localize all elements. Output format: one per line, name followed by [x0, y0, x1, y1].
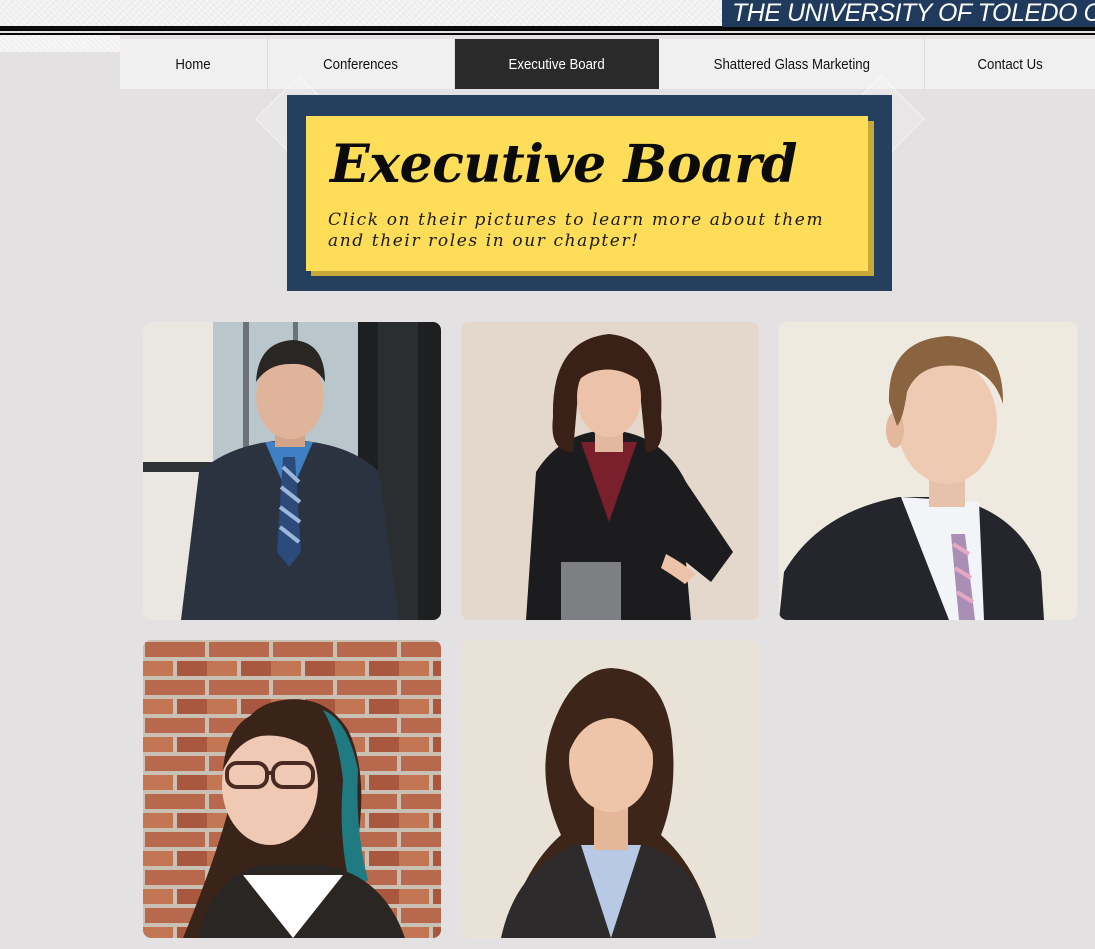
- board-member-photo-5[interactable]: [461, 640, 759, 938]
- portrait-image: [461, 322, 759, 620]
- board-member-photo-3[interactable]: [779, 322, 1077, 620]
- nav-item-label: Executive Board: [508, 55, 606, 73]
- hero-card: Executive Board Click on their pictures …: [306, 116, 868, 271]
- nav-item-executive-board[interactable]: Executive Board: [455, 39, 659, 89]
- header-divider-thin: [0, 33, 1095, 35]
- portrait-image: [143, 640, 441, 938]
- main-nav: Home Conferences Executive Board Shatter…: [120, 39, 1095, 89]
- board-member-photo-2[interactable]: [461, 322, 759, 620]
- board-member-photo-1[interactable]: [143, 322, 441, 620]
- page-subtitle: Click on their pictures to learn more ab…: [328, 210, 868, 252]
- board-member-photo-4[interactable]: [143, 640, 441, 938]
- subtitle-line-1: Click on their pictures to learn more ab…: [328, 210, 825, 230]
- nav-item-home[interactable]: Home: [120, 39, 268, 89]
- chapter-title: THE UNIVERSITY OF TOLEDO CHAPTER: [722, 0, 1095, 27]
- portrait-image: [779, 322, 1077, 620]
- portrait-image: [143, 322, 441, 620]
- nav-item-label: Conferences: [323, 55, 399, 73]
- nav-left-texture: [0, 35, 120, 52]
- nav-item-label: Home: [175, 55, 212, 73]
- subtitle-line-2: and their roles in our chapter!: [328, 231, 640, 251]
- page-title: Executive Board: [330, 134, 797, 195]
- nav-item-contact-us[interactable]: Contact Us: [925, 39, 1095, 89]
- nav-item-label: Contact Us: [977, 55, 1043, 73]
- nav-item-label: Shattered Glass Marketing: [713, 55, 870, 73]
- portrait-image: [461, 640, 759, 938]
